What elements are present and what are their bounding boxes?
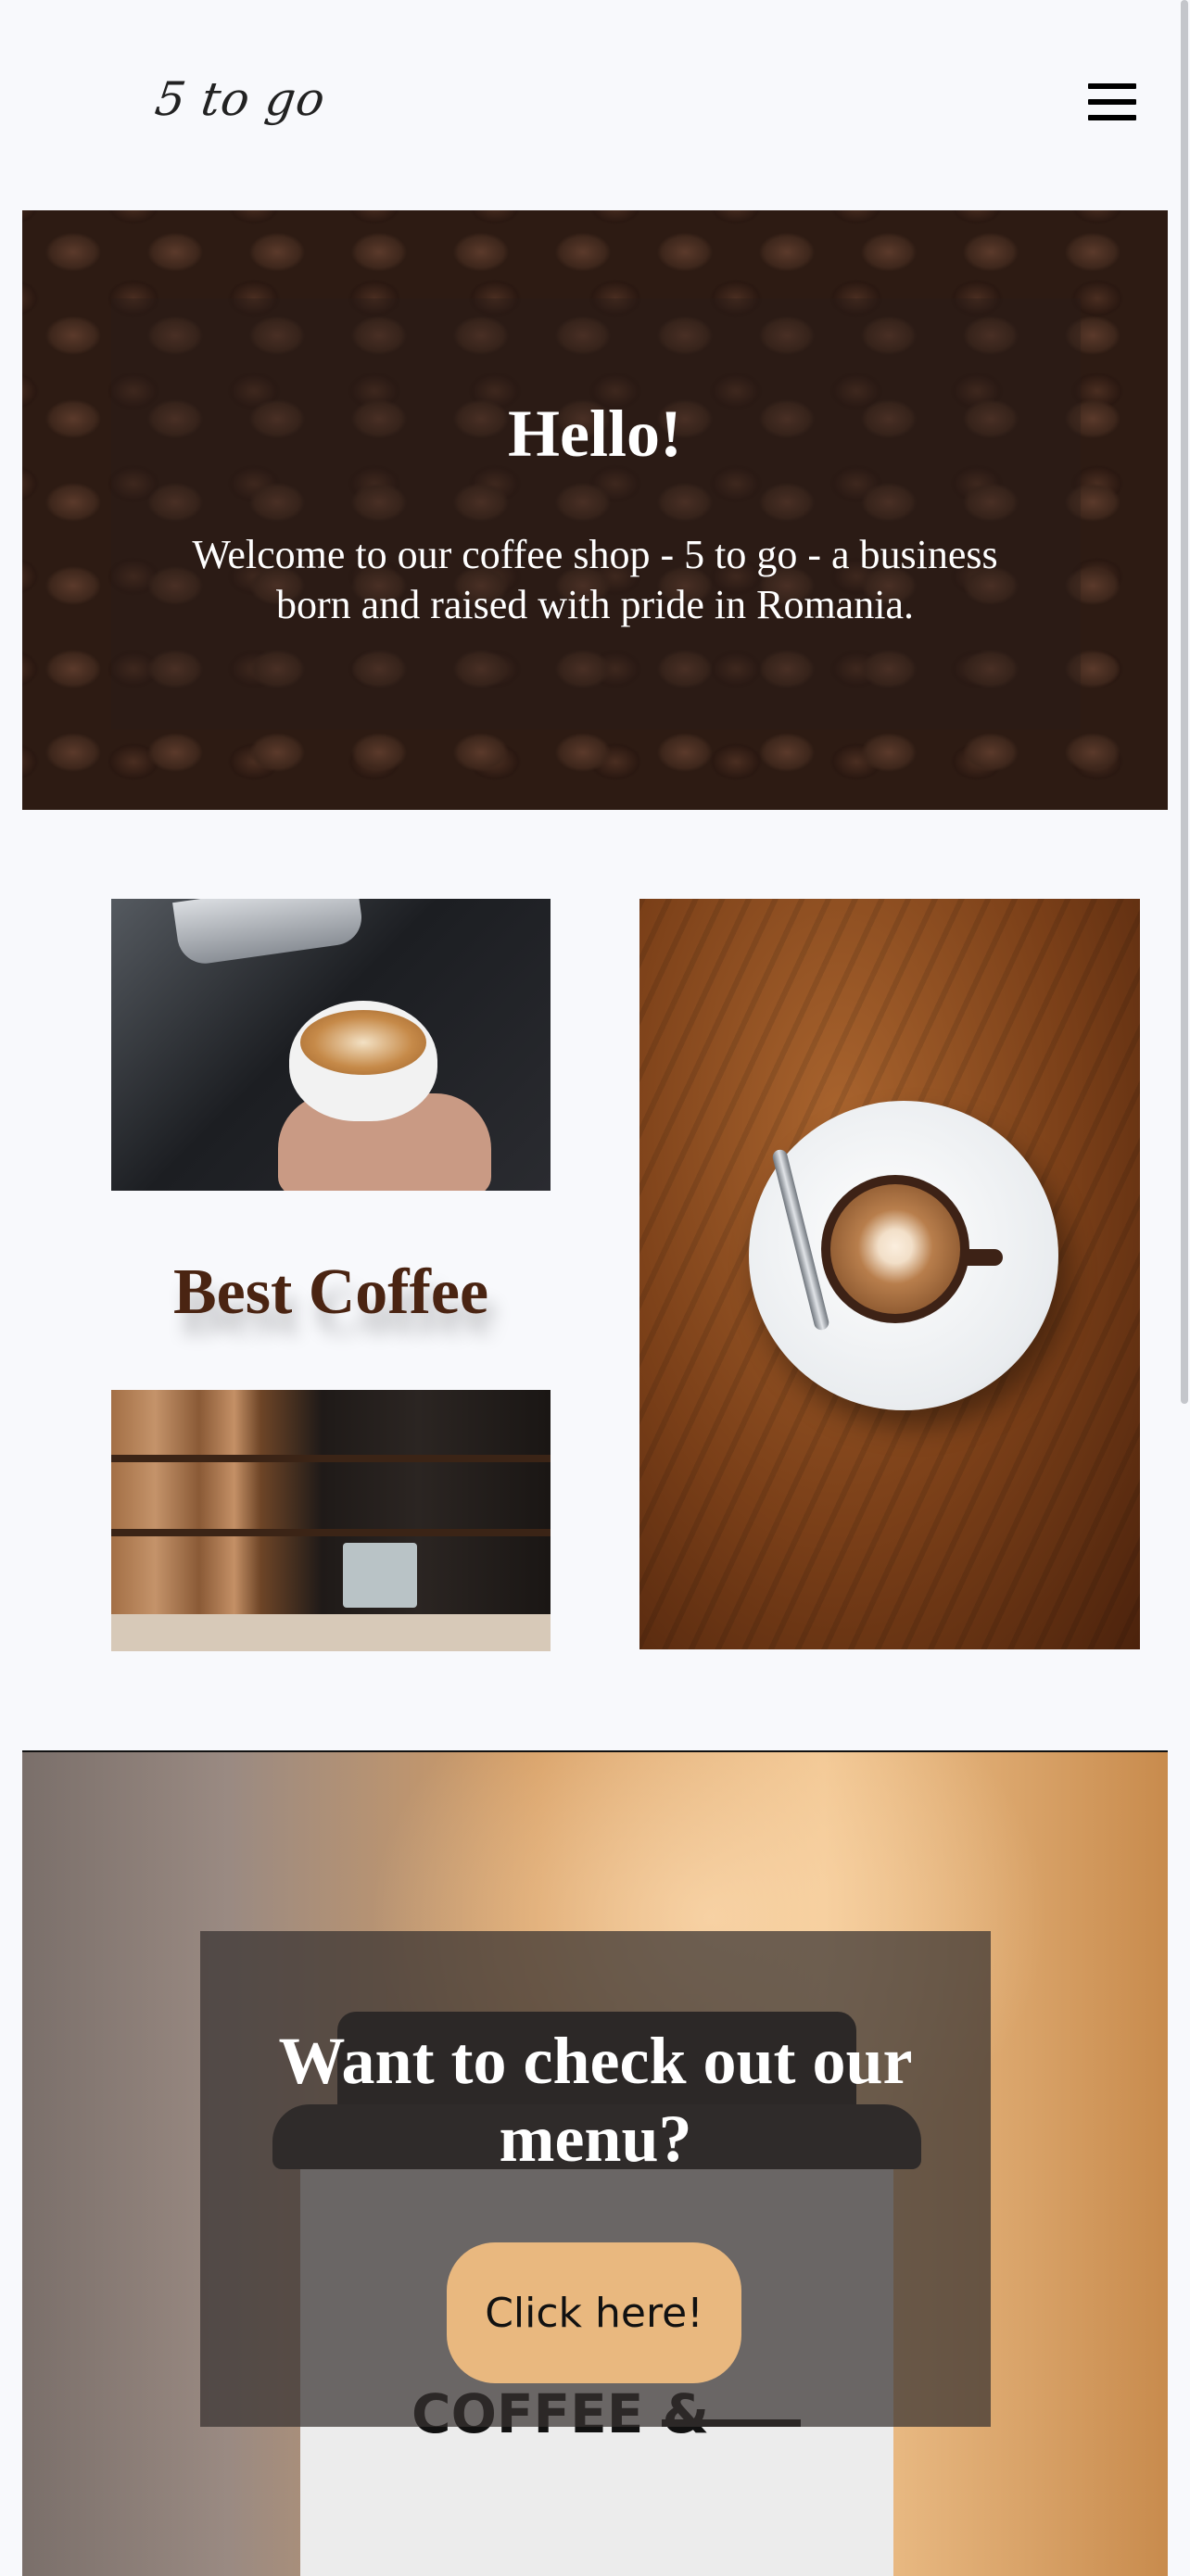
shelf (111, 1529, 551, 1536)
latte-art (830, 1184, 960, 1314)
menu-cta-section: COFFEE & Want to check out our menu? Cli… (22, 1750, 1168, 2576)
logo[interactable]: 5 to go (152, 72, 329, 126)
menu-line (1088, 115, 1136, 120)
hero-title: Hello! (508, 397, 682, 471)
cta-title: Want to check out our menu? (278, 2024, 913, 2176)
shelf (111, 1455, 551, 1462)
latte-cup (289, 1001, 437, 1121)
cup-handle (960, 1249, 1003, 1266)
hero-welcome-text: Welcome to our coffee shop - 5 to go - a… (192, 532, 998, 627)
cafe-interior-image (111, 1390, 551, 1651)
milk-jug (172, 899, 365, 967)
menu-line (1088, 99, 1136, 105)
menu-line (1088, 83, 1136, 89)
counter (111, 1614, 551, 1651)
latte-pour-image (111, 899, 551, 1191)
hamburger-menu-icon[interactable] (1084, 82, 1140, 124)
espresso-machine (343, 1543, 417, 1608)
coffee-cup-on-table-image (639, 899, 1140, 1649)
scrollbar-thumb[interactable] (1181, 0, 1188, 1404)
hero-banner: Hello! Welcome to our coffee shop - 5 to… (22, 210, 1168, 810)
hero-overlay (111, 298, 1081, 729)
best-coffee-heading: Best Coffee (172, 1256, 489, 1328)
cta-panel: Want to check out our menu? Click here! (200, 1931, 991, 2427)
click-here-button[interactable]: Click here! (447, 2242, 741, 2383)
